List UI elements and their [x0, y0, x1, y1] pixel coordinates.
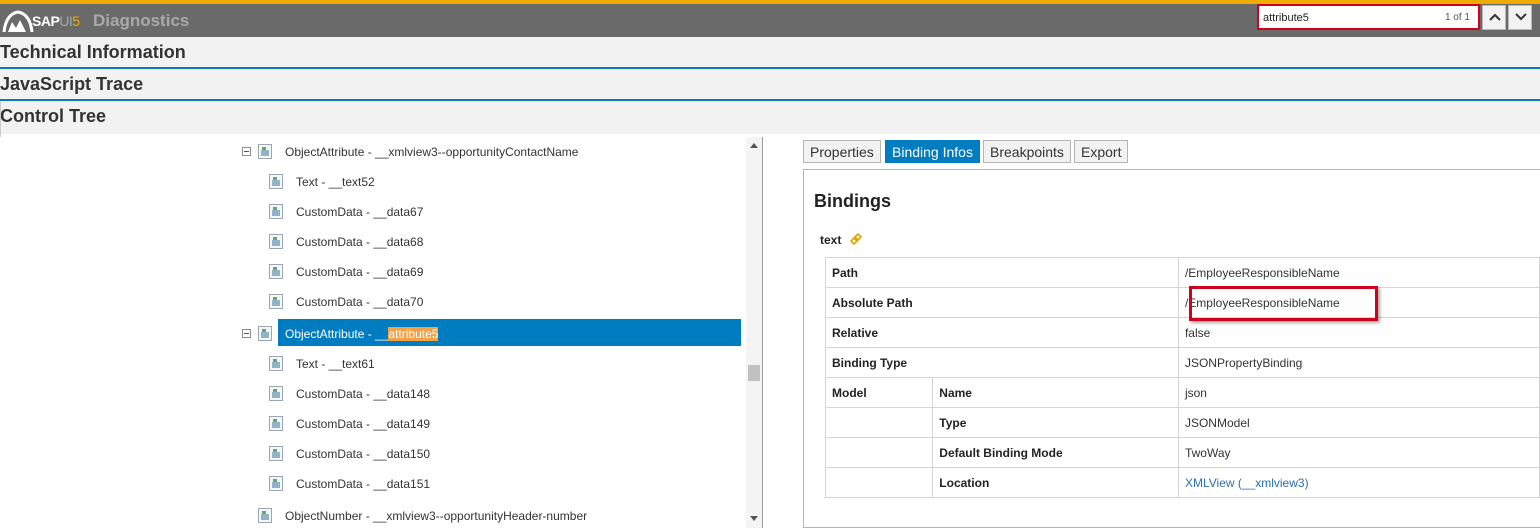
- search-box[interactable]: 1 of 1: [1257, 4, 1480, 30]
- tree-node-label: ObjectAttribute - __attribute5: [285, 327, 439, 341]
- table-row: Path /EmployeeResponsibleName: [825, 257, 1540, 288]
- table-row: Model Name json: [824, 377, 1540, 408]
- control-image-icon: [269, 356, 283, 371]
- tab-breakpoints[interactable]: Breakpoints: [983, 140, 1071, 163]
- control-image-icon: [269, 416, 283, 431]
- tree-scrollbar[interactable]: [746, 137, 762, 528]
- table-row: Default Binding Mode TwoWay: [824, 437, 1540, 468]
- search-next-button[interactable]: [1508, 5, 1532, 30]
- scroll-down-arrow-icon[interactable]: [750, 516, 758, 521]
- control-image-icon: [269, 174, 283, 189]
- empty-cell: [824, 467, 934, 498]
- tree-node-label: CustomData - __data149: [296, 417, 431, 431]
- logo-text: SAPUI5: [32, 13, 80, 29]
- section-title-javascript: JavaScript Trace: [0, 74, 144, 94]
- table-row: Relative false: [825, 317, 1540, 348]
- table-row: Binding Type JSONPropertyBinding: [825, 347, 1540, 378]
- tab-properties[interactable]: Properties: [803, 140, 881, 163]
- section-technical-information[interactable]: Technical Information: [0, 37, 1540, 69]
- empty-cell: [824, 437, 934, 468]
- row-value-path: /EmployeeResponsibleName: [1177, 257, 1540, 288]
- control-image-icon: [269, 446, 283, 461]
- row-key-relative: Relative: [825, 317, 1179, 348]
- control-image-icon: [269, 234, 283, 249]
- control-image-icon: [269, 386, 283, 401]
- row-value-binding-type: JSONPropertyBinding: [1177, 347, 1540, 378]
- tree-node-label: Text - __text61: [296, 357, 375, 371]
- search-input[interactable]: [1263, 10, 1423, 26]
- tree-node-label: CustomData - __data151: [296, 477, 431, 491]
- tree-node-label: CustomData - __data148: [296, 387, 431, 401]
- chevron-down-icon: [1515, 13, 1527, 21]
- tree-node-label: CustomData - __data150: [296, 447, 431, 461]
- tree-node-label: Text - __text52: [296, 175, 375, 189]
- control-image-icon: [269, 204, 283, 219]
- scroll-thumb[interactable]: [748, 365, 760, 381]
- section-javascript-trace[interactable]: JavaScript Trace: [0, 69, 1540, 101]
- table-row: Type JSONModel: [824, 407, 1540, 438]
- row-value-model-name: json: [1177, 377, 1540, 408]
- collapse-toggle-icon[interactable]: [242, 329, 251, 338]
- logo-sap: SAP: [32, 13, 60, 29]
- empty-cell: [824, 407, 934, 438]
- control-image-icon: [269, 264, 283, 279]
- row-key-model-name: Name: [932, 377, 1179, 408]
- location-link[interactable]: XMLView (__xmlview3): [1185, 476, 1309, 490]
- row-value-binding-mode: TwoWay: [1177, 437, 1540, 468]
- tree-node-label: ObjectNumber - __xmlview3--opportunityHe…: [285, 509, 588, 523]
- row-value-relative: false: [1177, 317, 1540, 348]
- table-row: Absolute Path /EmployeeResponsibleName: [825, 287, 1540, 318]
- tree-node-label: CustomData - __data70: [296, 295, 424, 309]
- table-row: Location XMLView (__xmlview3): [824, 467, 1540, 498]
- row-value-model-type: JSONModel: [1177, 407, 1540, 438]
- section-title-technical: Technical Information: [0, 42, 186, 62]
- tree-node-label: CustomData - __data68: [296, 235, 424, 249]
- binding-details-panel: Bindings text Path /EmployeeResponsibleN…: [803, 169, 1540, 528]
- logo-five: 5: [72, 13, 80, 29]
- row-key-binding-type: Binding Type: [825, 347, 1179, 378]
- collapse-toggle-icon[interactable]: [242, 147, 251, 156]
- row-value-location: XMLView (__xmlview3): [1177, 467, 1540, 498]
- tree-node-label: CustomData - __data67: [296, 205, 424, 219]
- tree-node-label: ObjectAttribute - __xmlview3--opportunit…: [285, 145, 579, 159]
- control-tree-panel[interactable]: ObjectAttribute - __xmlview3--opportunit…: [0, 137, 763, 528]
- binding-property-name: text: [820, 233, 842, 247]
- logo-ui: UI: [59, 13, 73, 29]
- app-title: Diagnostics: [93, 11, 190, 30]
- control-image-icon: [258, 326, 272, 341]
- search-match-highlight: attribute5: [388, 327, 439, 341]
- tab-export[interactable]: Export: [1074, 140, 1129, 163]
- scroll-up-arrow-icon[interactable]: [750, 143, 758, 148]
- control-image-icon: [258, 144, 272, 159]
- row-key-path: Path: [825, 257, 1179, 288]
- row-key-location: Location: [932, 467, 1179, 498]
- control-image-icon: [269, 476, 283, 491]
- tab-binding-infos[interactable]: Binding Infos: [885, 140, 980, 163]
- control-image-icon: [258, 508, 272, 523]
- section-control-tree[interactable]: Control Tree: [0, 101, 1540, 134]
- control-image-icon: [269, 294, 283, 309]
- search-result-count: 1 of 1: [1444, 12, 1470, 23]
- tree-node-label-prefix: ObjectAttribute - __: [285, 327, 389, 341]
- row-key-binding-mode: Default Binding Mode: [932, 437, 1179, 468]
- absolute-path-highlight-box: [1189, 286, 1378, 321]
- search-previous-button[interactable]: [1482, 5, 1506, 30]
- chevron-up-icon: [1489, 13, 1501, 21]
- binding-properties-table: Path /EmployeeResponsibleName Absolute P…: [824, 257, 1540, 498]
- row-key-model-type: Type: [932, 407, 1179, 438]
- bindings-title: Bindings: [814, 191, 891, 211]
- binding-link-icon[interactable]: [848, 231, 864, 247]
- row-key-absolute-path: Absolute Path: [825, 287, 1179, 318]
- row-key-model: Model: [824, 377, 934, 408]
- tree-node-label: CustomData - __data69: [296, 265, 424, 279]
- section-title-control-tree: Control Tree: [0, 106, 107, 126]
